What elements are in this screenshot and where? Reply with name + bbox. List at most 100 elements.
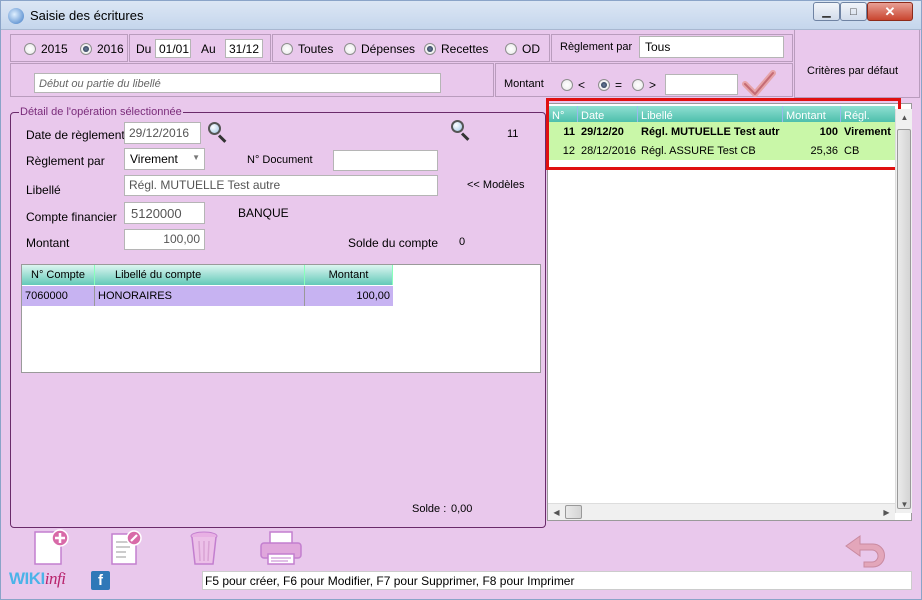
client-area: 2015 2016 Du 01/01 Au 31/12 Toutes Dépen… <box>2 30 920 599</box>
logo-part-wiki: WIKI <box>9 569 45 588</box>
compte-financier-name: BANQUE <box>238 206 289 220</box>
solde-compte-value: 0 <box>459 236 466 248</box>
criteres-box <box>794 30 920 98</box>
montant-filter-input[interactable] <box>665 74 738 95</box>
vertical-scrollbar[interactable]: ▲ ▼ <box>895 109 912 513</box>
radio-icon <box>344 43 356 55</box>
radio-label: OD <box>522 42 540 56</box>
reglement-filter-input[interactable]: Tous <box>639 36 784 58</box>
chevron-down-icon: ▼ <box>192 153 200 162</box>
col-header-compte[interactable]: N° Compte <box>22 265 95 285</box>
apply-filter-checkmark-icon[interactable] <box>742 69 776 99</box>
line-libelle-cell: HONORAIRES <box>95 286 305 306</box>
montant-eq-radio[interactable]: = <box>598 78 622 92</box>
app-icon <box>8 8 24 24</box>
montant-gt-radio[interactable]: > <box>632 78 656 92</box>
window-title: Saisie des écritures <box>30 8 144 23</box>
solde-value: 0,00 <box>451 503 473 515</box>
montant-input[interactable]: 100,00 <box>124 229 205 250</box>
date-reglement-label: Date de règlement <box>26 128 125 142</box>
montant-lt-radio[interactable]: < <box>561 78 585 92</box>
calendar-search-icon[interactable] <box>207 121 229 143</box>
line-compte-cell: 7060000 <box>22 286 95 306</box>
maximize-button[interactable]: □ <box>840 2 867 21</box>
reglement-par-select[interactable]: Virement ▼ <box>124 148 205 170</box>
radio-label: > <box>649 78 657 92</box>
scroll-left-icon[interactable]: ◀ <box>548 504 565 521</box>
du-label: Du <box>136 42 152 56</box>
libelle-search-input[interactable]: Début ou partie du libellé <box>34 73 441 93</box>
lines-grid-header: N° Compte Libellé du compte Montant <box>22 265 393 285</box>
horizontal-scrollbar[interactable]: ◀ ▶ <box>548 503 895 520</box>
close-button[interactable]: ✕ <box>867 2 913 21</box>
libelle-placeholder: Début ou partie du libellé <box>39 78 161 90</box>
date-reglement-input[interactable]: 29/12/2016 <box>124 122 201 144</box>
radio-label: Dépenses <box>361 42 416 56</box>
scroll-down-icon[interactable]: ▼ <box>896 496 913 513</box>
radio-label: 2015 <box>41 42 68 56</box>
du-date-input[interactable]: 01/01 <box>155 39 191 58</box>
ecriture-lines-grid[interactable]: N° Compte Libellé du compte Montant 7060… <box>21 264 541 373</box>
line-montant-cell: 100,00 <box>356 290 390 302</box>
table-row[interactable]: 7060000 HONORAIRES 100,00 <box>22 286 393 306</box>
scroll-right-icon[interactable]: ▶ <box>878 504 895 521</box>
year-2016-radio[interactable]: 2016 <box>80 42 124 56</box>
type-toutes-radio[interactable]: Toutes <box>281 42 333 56</box>
close-icon: ✕ <box>884 3 896 19</box>
reglement-par-label: Règlement par <box>26 154 105 168</box>
criteres-par-defaut-button[interactable]: Critères par défaut <box>807 65 898 77</box>
reglement-filter-label: Règlement par <box>560 41 633 53</box>
radio-icon <box>505 43 517 55</box>
horizontal-scroll-thumb[interactable] <box>565 505 582 519</box>
solde-compte-label: Solde du compte <box>348 236 439 250</box>
montant-label: Montant <box>26 236 70 250</box>
wikiinfi-logo[interactable]: WIKIinfi <box>9 569 66 589</box>
type-recettes-radio[interactable]: Recettes <box>424 42 488 56</box>
trash-icon[interactable] <box>184 528 224 568</box>
radio-selected-icon <box>598 79 610 91</box>
document-input[interactable] <box>333 150 438 171</box>
search-operation-icon[interactable] <box>450 119 472 141</box>
type-depenses-radio[interactable]: Dépenses <box>344 42 415 56</box>
detail-group-title: Détail de l'opération sélectionnée <box>19 106 183 118</box>
printer-icon[interactable] <box>258 528 304 568</box>
logo-part-infi: infi <box>44 569 66 588</box>
radio-icon <box>632 79 644 91</box>
reglement-par-value: Virement <box>130 152 178 166</box>
radio-label: 2016 <box>97 42 124 56</box>
highlight-annotation-box <box>546 98 901 170</box>
title-bar: Saisie des écritures ▁ □ ✕ <box>1 1 921 30</box>
compte-financier-input[interactable]: 5120000 <box>124 202 205 224</box>
minimize-button[interactable]: ▁ <box>813 2 840 21</box>
vertical-scroll-thumb[interactable] <box>897 129 911 509</box>
radio-icon <box>281 43 293 55</box>
edit-entry-icon[interactable] <box>108 528 148 568</box>
radio-label: = <box>615 78 623 92</box>
radio-label: Recettes <box>441 42 489 56</box>
libelle-input[interactable]: Régl. MUTUELLE Test autre <box>124 175 438 196</box>
au-label: Au <box>201 42 216 56</box>
scroll-up-icon[interactable]: ▲ <box>896 109 913 126</box>
radio-icon <box>561 79 573 91</box>
minimize-icon: ▁ <box>822 6 831 18</box>
document-label: N° Document <box>247 154 313 166</box>
facebook-icon[interactable]: f <box>91 571 110 590</box>
operation-number: 11 <box>507 128 519 140</box>
radio-selected-icon <box>80 43 92 55</box>
solde-label: Solde : <box>412 503 447 515</box>
maximize-icon: □ <box>850 5 857 18</box>
year-2015-radio[interactable]: 2015 <box>24 42 68 56</box>
back-arrow-icon[interactable] <box>842 530 890 568</box>
radio-label: < <box>578 78 586 92</box>
col-header-libelle[interactable]: Libellé du compte <box>95 265 305 285</box>
au-date-input[interactable]: 31/12 <box>225 39 263 58</box>
type-od-radio[interactable]: OD <box>505 42 540 56</box>
radio-label: Toutes <box>298 42 334 56</box>
modeles-link[interactable]: << Modèles <box>467 179 524 191</box>
new-entry-icon[interactable] <box>32 528 72 568</box>
col-header-montant[interactable]: Montant <box>305 265 393 285</box>
main-window: Saisie des écritures ▁ □ ✕ 2015 2016 Du … <box>0 0 922 600</box>
radio-icon <box>24 43 36 55</box>
compte-financier-label: Compte financier <box>26 210 117 224</box>
libelle-label: Libellé <box>26 183 61 197</box>
